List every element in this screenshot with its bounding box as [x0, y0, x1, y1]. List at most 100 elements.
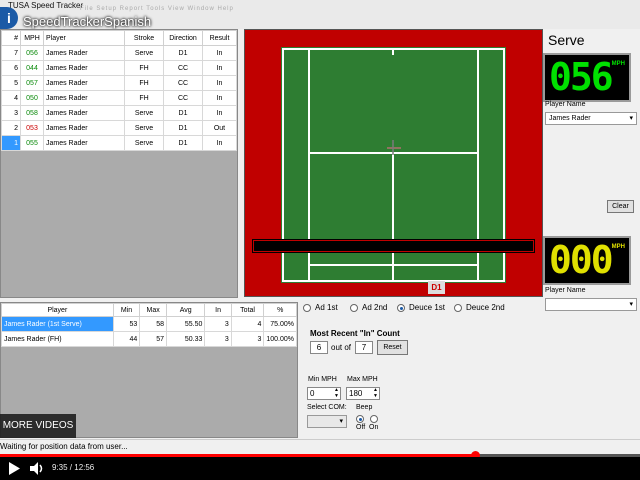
shot-direction-cell[interactable]: CC [163, 60, 203, 76]
video-title[interactable]: SpeedTrackerSpanish [23, 14, 151, 29]
radio-ad-1st-label[interactable]: Ad 1st [315, 303, 338, 312]
radio-ad-2nd-label[interactable]: Ad 2nd [362, 303, 387, 312]
radio-deuce-2nd[interactable] [454, 304, 462, 312]
shot-num-cell[interactable]: 6 [1, 60, 21, 76]
radio-deuce-1st-label[interactable]: Deuce 1st [409, 303, 445, 312]
shot-row[interactable]: 6 044 James Rader FH CC In [1, 60, 237, 76]
shot-mph-cell[interactable]: 050 [20, 90, 44, 106]
shot-direction-cell[interactable]: D1 [163, 120, 203, 136]
stepper-arrows-icon[interactable]: ▲ ▼ [373, 387, 378, 399]
shot-stroke-cell[interactable]: Serve [124, 45, 164, 61]
col-num[interactable]: # [1, 30, 21, 46]
shot-row[interactable]: 4 050 James Rader FH CC In [1, 90, 237, 106]
shot-direction-cell[interactable]: D1 [163, 45, 203, 61]
shot-result-cell[interactable]: In [202, 105, 237, 121]
shot-stroke-cell[interactable]: FH [124, 75, 164, 91]
radio-ad-1st[interactable] [303, 304, 311, 312]
col-stat-total[interactable]: Total [230, 303, 265, 317]
shot-num-cell[interactable]: 1 [1, 135, 21, 151]
radio-beep-off[interactable] [356, 415, 364, 423]
radio-beep-on[interactable] [370, 415, 378, 423]
stats-pct-cell[interactable]: 75.00% [263, 316, 297, 332]
recent-in-total[interactable]: 7 [355, 341, 373, 354]
shot-player-cell[interactable]: James Rader [43, 90, 125, 106]
shot-num-cell[interactable]: 3 [1, 105, 21, 121]
shot-result-cell[interactable]: In [202, 135, 237, 151]
shot-row[interactable]: 3 058 James Rader Serve D1 In [1, 105, 237, 121]
recent-in-value[interactable]: 6 [310, 341, 328, 354]
shot-result-cell[interactable]: Out [202, 120, 237, 136]
shot-num-cell[interactable]: 2 [1, 120, 21, 136]
stats-row[interactable]: James Rader (FH) 44 57 50.33 3 3 100.00% [1, 331, 297, 347]
more-videos-button[interactable]: MORE VIDEOS [0, 414, 76, 438]
col-stroke[interactable]: Stroke [124, 30, 164, 46]
shot-stroke-cell[interactable]: FH [124, 60, 164, 76]
shot-result-cell[interactable]: In [202, 90, 237, 106]
shot-result-cell[interactable]: In [202, 45, 237, 61]
shot-num-cell[interactable]: 4 [1, 90, 21, 106]
min-mph-stepper[interactable]: 0 ▲ ▼ [307, 387, 341, 400]
shot-direction-cell[interactable]: CC [163, 75, 203, 91]
shot-mph-cell[interactable]: 057 [20, 75, 44, 91]
reset-button[interactable]: Reset [377, 340, 408, 355]
stats-avg-cell[interactable]: 50.33 [165, 331, 206, 347]
stats-player-cell[interactable]: James Rader (1st Serve) [1, 316, 114, 332]
shot-stroke-cell[interactable]: Serve [124, 120, 164, 136]
max-mph-stepper[interactable]: 180 ▲ ▼ [346, 387, 380, 400]
stats-in-cell[interactable]: 3 [204, 316, 232, 332]
shot-player-cell[interactable]: James Rader [43, 120, 125, 136]
stats-min-cell[interactable]: 44 [112, 331, 141, 347]
shot-row[interactable]: 5 057 James Rader FH CC In [1, 75, 237, 91]
shot-stroke-cell[interactable]: Serve [124, 135, 164, 151]
shot-player-cell[interactable]: James Rader [43, 75, 125, 91]
col-stat-in[interactable]: In [204, 303, 232, 317]
player-name-select-1[interactable]: James Rader ▾ [545, 112, 637, 125]
shot-num-cell[interactable]: 5 [1, 75, 21, 91]
shot-stroke-cell[interactable]: FH [124, 90, 164, 106]
menu-bar[interactable]: File Setup Report Tools View Window Help [80, 6, 234, 12]
stats-row[interactable]: James Rader (1st Serve) 53 58 55.50 3 4 75.00% [1, 316, 297, 332]
col-stat-avg[interactable]: Avg [165, 303, 206, 317]
stats-pct-cell[interactable]: 100.00% [263, 331, 297, 347]
radio-deuce-1st[interactable] [397, 304, 405, 312]
shot-stroke-cell[interactable]: Serve [124, 105, 164, 121]
shot-row[interactable]: 2 053 James Rader Serve D1 Out [1, 120, 237, 136]
volume-icon[interactable] [30, 462, 44, 475]
shot-row[interactable]: 7 056 James Rader Serve D1 In [1, 45, 237, 61]
stats-in-cell[interactable]: 3 [204, 331, 232, 347]
clear-button[interactable]: Clear [607, 200, 634, 213]
col-direction[interactable]: Direction [163, 30, 203, 46]
shot-direction-cell[interactable]: CC [163, 90, 203, 106]
radio-deuce-2nd-label[interactable]: Deuce 2nd [466, 303, 505, 312]
court-panel[interactable]: D1 [244, 29, 543, 297]
player-name-select-2[interactable]: ▾ [545, 298, 637, 311]
stats-avg-cell[interactable]: 55.50 [165, 316, 206, 332]
stats-min-cell[interactable]: 53 [112, 316, 141, 332]
col-stat-pct[interactable]: % [263, 303, 297, 317]
shot-mph-cell[interactable]: 053 [20, 120, 44, 136]
play-icon[interactable] [8, 462, 20, 475]
beep-on-label[interactable]: On [369, 424, 378, 431]
stats-max-cell[interactable]: 57 [139, 331, 167, 347]
shot-row[interactable]: 1 055 James Rader Serve D1 In [1, 135, 237, 151]
com-select[interactable]: ▾ [307, 415, 347, 428]
radio-ad-2nd[interactable] [350, 304, 358, 312]
shot-mph-cell[interactable]: 056 [20, 45, 44, 61]
col-player[interactable]: Player [43, 30, 125, 46]
shot-player-cell[interactable]: James Rader [43, 45, 125, 61]
shot-num-cell[interactable]: 7 [1, 45, 21, 61]
stats-total-cell[interactable]: 4 [230, 316, 265, 332]
shot-player-cell[interactable]: James Rader [43, 60, 125, 76]
shot-result-cell[interactable]: In [202, 75, 237, 91]
shot-mph-cell[interactable]: 058 [20, 105, 44, 121]
shot-result-cell[interactable]: In [202, 60, 237, 76]
shot-player-cell[interactable]: James Rader [43, 135, 125, 151]
col-stat-min[interactable]: Min [112, 303, 141, 317]
shot-direction-cell[interactable]: D1 [163, 135, 203, 151]
col-mph[interactable]: MPH [20, 30, 44, 46]
beep-off-label[interactable]: Off [356, 424, 365, 431]
stats-player-cell[interactable]: James Rader (FH) [1, 331, 114, 347]
col-result[interactable]: Result [202, 30, 237, 46]
col-stat-player[interactable]: Player [1, 303, 114, 317]
shot-mph-cell[interactable]: 044 [20, 60, 44, 76]
